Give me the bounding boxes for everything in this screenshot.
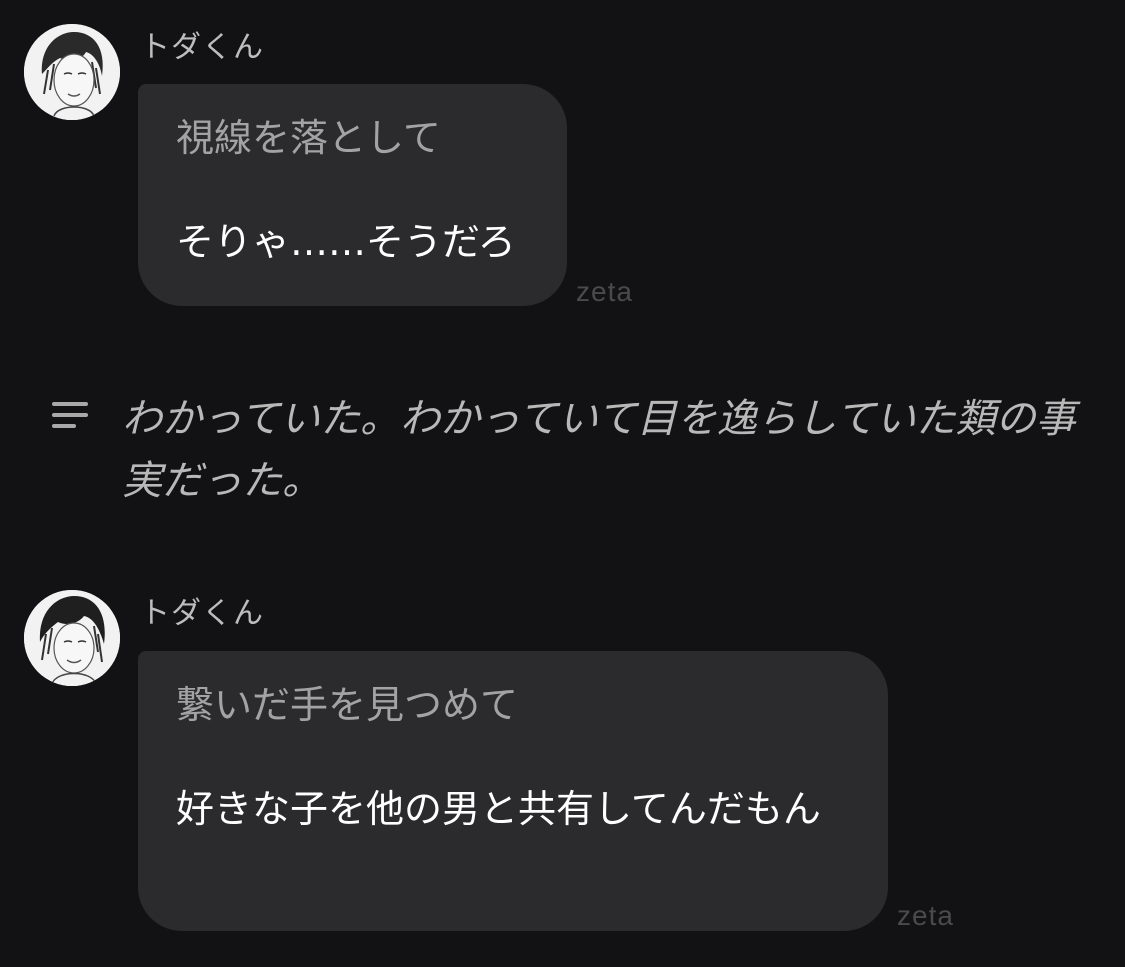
line-spacer	[176, 164, 529, 216]
watermark: zeta	[897, 900, 954, 931]
speech-text: 好きな子を他の男と共有してんだもん	[176, 787, 821, 831]
action-text: 繋いだ手を見つめて	[176, 683, 519, 727]
chat-view: トダくん 視線を落として そりゃ……そうだろ zeta わかっていた。わかってい…	[0, 0, 1125, 967]
avatar-portrait-icon	[24, 590, 120, 686]
avatar-portrait-icon	[24, 24, 120, 120]
sender-name: トダくん	[140, 30, 264, 65]
menu-lines-icon	[52, 402, 92, 434]
avatar[interactable]	[24, 590, 120, 686]
line-spacer	[176, 731, 850, 783]
avatar[interactable]	[24, 24, 120, 120]
watermark: zeta	[576, 276, 633, 307]
speech-text: そりゃ……そうだろ	[176, 220, 516, 264]
sender-name: トダくん	[140, 596, 264, 631]
action-text: 視線を落として	[176, 116, 441, 160]
message-bubble: 視線を落として そりゃ……そうだろ	[138, 84, 567, 306]
message-bubble: 繋いだ手を見つめて 好きな子を他の男と共有してんだもん	[138, 651, 888, 931]
narration-text: わかっていた。わかっていて目を逸らしていた類の事実だった。	[122, 396, 1076, 504]
